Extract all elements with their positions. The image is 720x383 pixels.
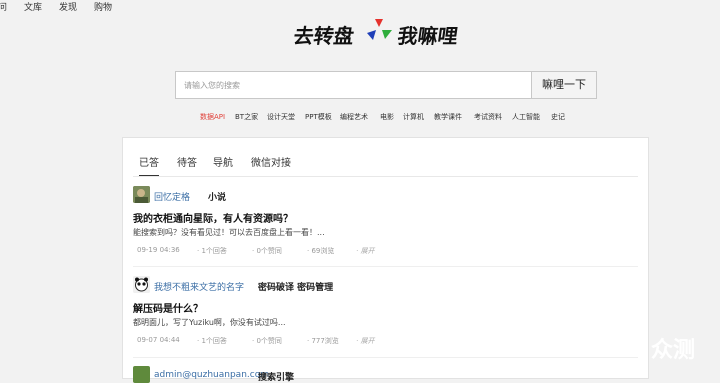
category-link-computer[interactable]: 计算机 (403, 111, 424, 123)
top-nav: 问 文库 发现 购物 (0, 0, 129, 16)
nav-item-ask[interactable]: 问 (0, 0, 24, 16)
answer-excerpt[interactable]: 能搜索到吗？没有看见过！可以去百度盘上看一看！... (133, 227, 325, 238)
answer-count[interactable]: · 1个回答 (197, 246, 227, 256)
category-link-bt[interactable]: BT之家 (235, 111, 258, 123)
category-link-programming[interactable]: 编程艺术 (340, 111, 368, 123)
question-tag[interactable]: 密码破译 密码管理 (258, 280, 333, 293)
logo-text-left: 去转盘 (292, 24, 356, 48)
category-link-courseware[interactable]: 教学课件 (434, 111, 462, 123)
category-link-history[interactable]: 史记 (551, 111, 565, 123)
nav-item-discover[interactable]: 发现 (59, 0, 94, 16)
category-link-movie[interactable]: 电影 (380, 111, 394, 123)
site-logo[interactable]: 去转盘 我嘛哩 (292, 16, 478, 52)
tab-wechat[interactable]: 微信对接 (251, 154, 291, 169)
user-name[interactable]: admin@quzhuanpan.com (154, 370, 269, 380)
question-panel: 已答 待答 导航 微信对接 回忆定格 小说 我的衣柜通向星际，有人有资源吗？ 能… (122, 137, 649, 383)
watermark-text-b: 众测 (651, 338, 696, 363)
category-link-ppt[interactable]: PPT模板 (305, 111, 332, 123)
question-title[interactable]: 我的衣柜通向星际，有人有资源吗？ (133, 210, 293, 225)
tab-divider (133, 176, 638, 177)
search-bar: 嘛哩一下 (175, 71, 597, 99)
view-count: · 69浏览 (307, 247, 335, 255)
like-count[interactable]: · 0个赞同 (252, 336, 282, 346)
question-title[interactable]: 解压码是什么？ (133, 300, 203, 315)
question-tag[interactable]: 搜索引擎 (258, 370, 294, 383)
category-link-ai[interactable]: 人工智能 (512, 111, 540, 123)
avatar[interactable] (133, 186, 150, 203)
nav-item-shopping[interactable]: 购物 (94, 0, 129, 16)
logo-triangles-icon (367, 19, 392, 40)
search-input[interactable] (175, 71, 541, 99)
tab-navigation[interactable]: 导航 (213, 154, 233, 169)
watermark: 新浪 众测 (631, 327, 720, 367)
avatar[interactable] (133, 276, 150, 293)
item-divider (133, 266, 638, 267)
answer-excerpt[interactable]: 都明面儿，写了Yuziku啊，你没有试过吗... (133, 317, 286, 328)
question-date: 09-07 04:44 (137, 336, 180, 344)
tab-pending[interactable]: 待答 (177, 154, 197, 169)
item-divider (133, 357, 638, 358)
user-name[interactable]: 回忆定格 (154, 190, 190, 203)
category-link-exam[interactable]: 考试资料 (474, 111, 502, 123)
tab-answered[interactable]: 已答 (139, 154, 159, 177)
category-links: 数据API BT之家 设计天堂 PPT模板 编程艺术 电影 计算机 教学课件 考… (0, 111, 720, 123)
like-count[interactable]: · 0个赞同 (252, 246, 282, 256)
watermark-text-a: 新浪 (631, 326, 645, 355)
question-tag[interactable]: 小说 (208, 190, 226, 203)
expand-link[interactable]: · 展开 (356, 246, 374, 256)
nav-item-library[interactable]: 文库 (24, 0, 59, 16)
question-date: 09-19 04:36 (137, 246, 180, 254)
category-link-design[interactable]: 设计天堂 (267, 111, 295, 123)
avatar[interactable] (133, 366, 150, 383)
category-link-data-api[interactable]: 数据API (200, 111, 225, 123)
logo-text-right: 我嘛哩 (396, 24, 460, 48)
answer-count[interactable]: · 1个回答 (197, 336, 227, 346)
view-count: · 777浏览 (307, 337, 339, 345)
expand-link[interactable]: · 展开 (356, 336, 374, 346)
user-name[interactable]: 我想不粗来文艺的名字 (154, 280, 244, 293)
search-button[interactable]: 嘛哩一下 (531, 71, 597, 99)
